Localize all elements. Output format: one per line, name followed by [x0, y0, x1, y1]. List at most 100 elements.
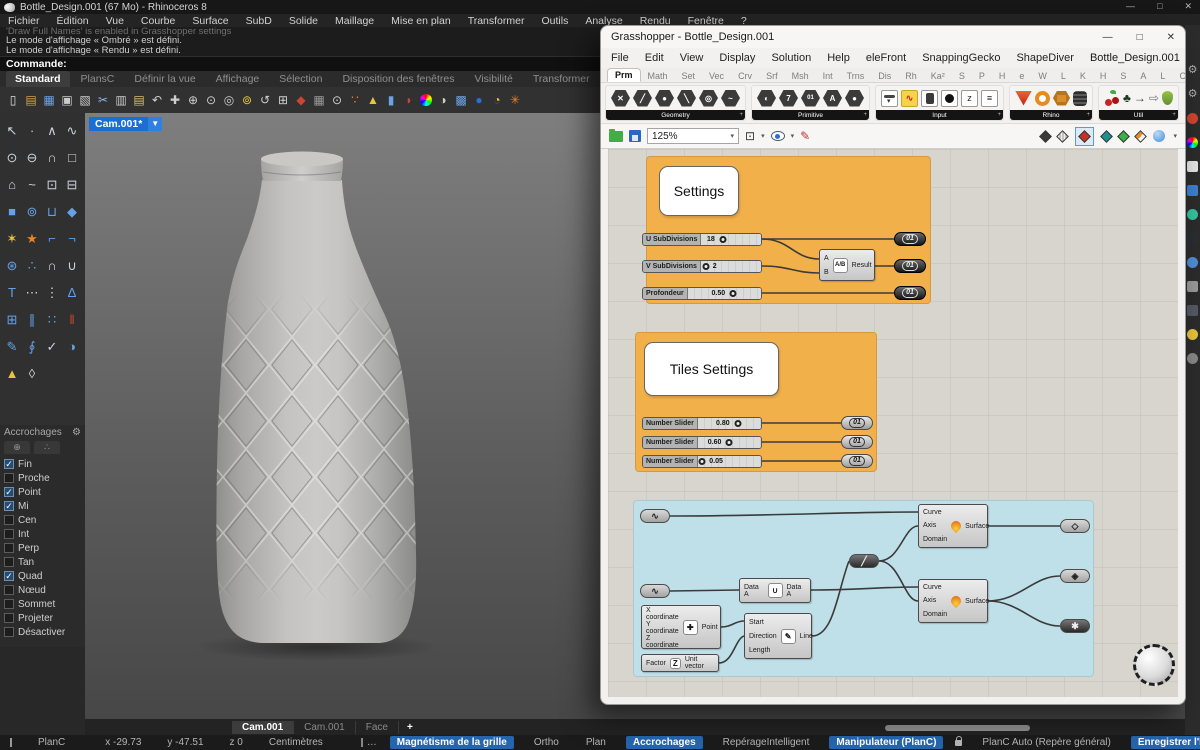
- viewport-tab[interactable]: Cam.001: [294, 721, 356, 734]
- input-domain[interactable]: Domain: [923, 611, 947, 618]
- toolbar-icon[interactable]: ↶: [150, 93, 164, 107]
- ribbon-group-label[interactable]: Rhino: [1010, 110, 1092, 120]
- output-unit-vector[interactable]: Unit vector: [683, 655, 718, 671]
- slider-knob[interactable]: [726, 439, 733, 446]
- input-direction[interactable]: Direction: [749, 633, 777, 640]
- tool-icon[interactable]: ★: [22, 225, 42, 252]
- gh-menu-item[interactable]: File: [611, 52, 629, 64]
- input-curve[interactable]: Curve: [923, 584, 947, 591]
- slider-knob[interactable]: [719, 236, 726, 243]
- tool-icon[interactable]: ⊙: [2, 144, 22, 171]
- tool-icon[interactable]: ~: [22, 171, 42, 198]
- toolbar-icon[interactable]: ✚: [168, 93, 182, 107]
- component-icon[interactable]: ●: [655, 90, 674, 107]
- snap-checkbox[interactable]: ✓: [4, 571, 14, 581]
- tool-icon[interactable]: ∷: [42, 306, 62, 333]
- toolbar-icon[interactable]: [420, 94, 432, 106]
- panel-tab-icon[interactable]: [1187, 329, 1198, 340]
- rhino-menu-item[interactable]: SubD: [246, 15, 272, 27]
- rhino-menu-item[interactable]: Courbe: [141, 15, 175, 27]
- panel-toggle-icon[interactable]: [10, 738, 12, 747]
- tool-icon[interactable]: ◊: [22, 360, 42, 387]
- status-button[interactable]: Ortho: [527, 736, 566, 749]
- rhino-toolbar-tab[interactable]: Définir la vue: [125, 71, 204, 87]
- preview-eye-icon[interactable]: [771, 131, 785, 141]
- gh-close-button[interactable]: ✕: [1167, 32, 1175, 43]
- gh-category-tab[interactable]: Vec: [702, 70, 731, 82]
- gh-menu-item[interactable]: Display: [719, 52, 755, 64]
- layer-color-swatch[interactable]: [361, 738, 363, 747]
- tool-icon[interactable]: ◑: [62, 333, 82, 360]
- gh-maximize-button[interactable]: □: [1137, 32, 1143, 43]
- gh-category-tab[interactable]: H: [1093, 70, 1114, 82]
- toolbar-icon[interactable]: ⊚: [240, 93, 254, 107]
- component-icon[interactable]: ╱: [633, 90, 652, 107]
- component-icon[interactable]: [941, 90, 958, 107]
- data-dam-component[interactable]: Data A ∪ Data A: [739, 578, 811, 603]
- gh-category-tab[interactable]: A: [1133, 70, 1153, 82]
- chevron-down-icon[interactable]: ▾: [791, 132, 795, 140]
- component-icon[interactable]: ~: [721, 90, 740, 107]
- slider-profondeur[interactable]: Profondeur0.50: [642, 287, 762, 300]
- ribbon-group-label[interactable]: Geometry: [606, 110, 745, 120]
- tiles-settings-panel[interactable]: Tiles Settings: [644, 342, 779, 396]
- rhino-menu-item[interactable]: Outils: [541, 15, 568, 27]
- gh-category-tab[interactable]: Int: [816, 70, 840, 82]
- line-param-pill[interactable]: ╱: [849, 554, 879, 568]
- shaded-gem-selected[interactable]: [1075, 127, 1094, 146]
- toolbar-icon[interactable]: ▦: [312, 93, 326, 107]
- tool-icon[interactable]: ⋯: [22, 279, 42, 306]
- snap-checkbox[interactable]: ✓: [4, 487, 14, 497]
- component-icon[interactable]: ⇨: [1149, 91, 1159, 105]
- gh-menu-item[interactable]: View: [680, 52, 704, 64]
- gh-category-tab[interactable]: Dis: [871, 70, 898, 82]
- input-axis[interactable]: Axis: [923, 522, 947, 529]
- canvas-trackball-widget[interactable]: [1133, 644, 1175, 686]
- panel-tab-icon[interactable]: [1187, 161, 1198, 172]
- component-icon[interactable]: ◐: [757, 90, 776, 107]
- slider-v-subdivisions[interactable]: V SubDivisions2: [642, 260, 762, 273]
- gh-menu-item[interactable]: Help: [827, 52, 850, 64]
- curve-param-pill[interactable]: ∿: [640, 584, 670, 598]
- gh-category-tab[interactable]: S: [1113, 70, 1133, 82]
- tool-icon[interactable]: ⊛: [2, 252, 22, 279]
- toolbar-icon[interactable]: ▣: [60, 93, 74, 107]
- snap-checkbox[interactable]: [4, 557, 14, 567]
- viewport-tab[interactable]: Face: [356, 721, 399, 734]
- number-slider[interactable]: Number Slider0.60: [642, 436, 762, 449]
- tool-icon[interactable]: ⊡: [42, 171, 62, 198]
- panel-tab-icon[interactable]: [1187, 113, 1198, 124]
- chevron-down-icon[interactable]: ▾: [761, 132, 765, 140]
- component-icon[interactable]: ♣: [1123, 90, 1131, 106]
- tool-icon[interactable]: ⊔: [42, 198, 62, 225]
- gh-category-tab[interactable]: L: [1054, 70, 1073, 82]
- rhino-toolbar-tab[interactable]: PlansC: [72, 71, 124, 87]
- snap-checkbox[interactable]: [4, 543, 14, 553]
- toolbar-icon[interactable]: ⊞: [276, 93, 290, 107]
- gh-category-tab[interactable]: L: [1153, 70, 1172, 82]
- toolbar-icon[interactable]: ●: [472, 93, 486, 107]
- open-file-icon[interactable]: [609, 131, 623, 142]
- output-result[interactable]: Result: [850, 250, 876, 280]
- tool-icon[interactable]: ∮: [22, 333, 42, 360]
- gh-category-tab[interactable]: Ka²: [924, 70, 952, 82]
- snap-checkbox[interactable]: [4, 599, 14, 609]
- gem-icon[interactable]: [1135, 130, 1148, 143]
- output-surface[interactable]: Surface: [963, 580, 993, 622]
- slider-knob[interactable]: [734, 420, 741, 427]
- tool-icon[interactable]: ∧: [42, 117, 62, 144]
- rhino-maximize-button[interactable]: □: [1157, 1, 1162, 12]
- rhino-toolbar-tab[interactable]: Disposition des fenêtres: [333, 71, 463, 87]
- tool-icon[interactable]: ■: [2, 198, 22, 225]
- surface-param-pill[interactable]: ◇: [1060, 519, 1090, 533]
- component-icon[interactable]: z: [961, 90, 978, 107]
- gh-menu-item[interactable]: SnappingGecko: [922, 52, 1000, 64]
- number-slider[interactable]: Number Slider0.80: [642, 417, 762, 430]
- horizontal-scrollbar[interactable]: [885, 725, 1030, 731]
- rhino-toolbar-tab[interactable]: Standard: [6, 71, 70, 87]
- status-button[interactable]: Manipulateur (PlanC): [829, 736, 943, 749]
- toolbar-icon[interactable]: ⊙: [330, 93, 344, 107]
- revolution-component[interactable]: Curve Axis Domain Surface: [918, 504, 988, 548]
- output-surface[interactable]: Surface: [963, 505, 993, 547]
- gh-category-tab[interactable]: Trns: [840, 70, 872, 82]
